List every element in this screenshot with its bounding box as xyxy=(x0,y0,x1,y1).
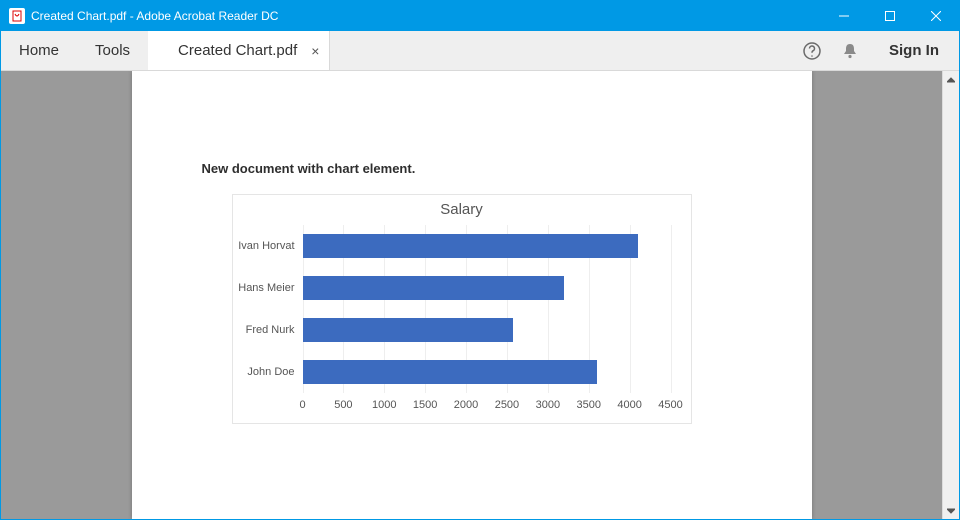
page-viewport[interactable]: New document with chart element. Salary … xyxy=(1,71,942,519)
window-title: Created Chart.pdf - Adobe Acrobat Reader… xyxy=(31,9,278,23)
acrobat-icon xyxy=(9,8,25,24)
bell-icon[interactable] xyxy=(831,31,869,70)
bar-row: John Doe xyxy=(303,360,671,383)
bar xyxy=(303,276,565,299)
document-caption: New document with chart element. xyxy=(202,161,772,176)
scroll-down-icon[interactable] xyxy=(943,502,959,519)
close-button[interactable] xyxy=(913,1,959,31)
x-tick-label: 4500 xyxy=(658,399,682,411)
toolbar: Home Tools Created Chart.pdf × Sign In xyxy=(1,31,959,71)
x-tick-label: 0 xyxy=(299,399,305,411)
bar xyxy=(303,234,638,257)
bar-row: Ivan Horvat xyxy=(303,234,671,257)
category-label: Hans Meier xyxy=(238,282,294,294)
bar-row: Fred Nurk xyxy=(303,318,671,341)
x-tick-label: 1000 xyxy=(372,399,396,411)
x-tick-label: 2000 xyxy=(454,399,478,411)
vertical-scrollbar[interactable] xyxy=(942,71,959,519)
maximize-button[interactable] xyxy=(867,1,913,31)
x-tick-label: 500 xyxy=(334,399,352,411)
pdf-page: New document with chart element. Salary … xyxy=(132,71,812,519)
minimize-button[interactable] xyxy=(821,1,867,31)
content-area: New document with chart element. Salary … xyxy=(1,71,959,519)
category-label: Ivan Horvat xyxy=(238,240,294,252)
app-window: Created Chart.pdf - Adobe Acrobat Reader… xyxy=(0,0,960,520)
chart-container: Salary 050010001500200025003000350040004… xyxy=(232,194,692,424)
x-tick-label: 3000 xyxy=(536,399,560,411)
x-tick-label: 1500 xyxy=(413,399,437,411)
home-tab[interactable]: Home xyxy=(1,31,77,70)
tools-tab[interactable]: Tools xyxy=(77,31,148,70)
toolbar-spacer xyxy=(330,31,793,70)
scroll-up-icon[interactable] xyxy=(943,71,959,88)
x-tick-label: 4000 xyxy=(617,399,641,411)
document-tab-label: Created Chart.pdf xyxy=(178,42,297,59)
category-label: Fred Nurk xyxy=(246,324,295,336)
x-tick-label: 2500 xyxy=(495,399,519,411)
bar xyxy=(303,318,514,341)
chart-title: Salary xyxy=(233,195,691,218)
gridline xyxy=(671,225,672,393)
bar-row: Hans Meier xyxy=(303,276,671,299)
help-icon[interactable] xyxy=(793,31,831,70)
bar xyxy=(303,360,597,383)
close-tab-icon[interactable]: × xyxy=(311,43,319,59)
category-label: John Doe xyxy=(247,366,294,378)
document-tab[interactable]: Created Chart.pdf × xyxy=(148,31,330,70)
titlebar: Created Chart.pdf - Adobe Acrobat Reader… xyxy=(1,1,959,31)
chart-plot-area: 050010001500200025003000350040004500Ivan… xyxy=(303,225,671,393)
signin-button[interactable]: Sign In xyxy=(869,31,959,70)
x-tick-label: 3500 xyxy=(576,399,600,411)
scroll-track[interactable] xyxy=(943,88,959,502)
